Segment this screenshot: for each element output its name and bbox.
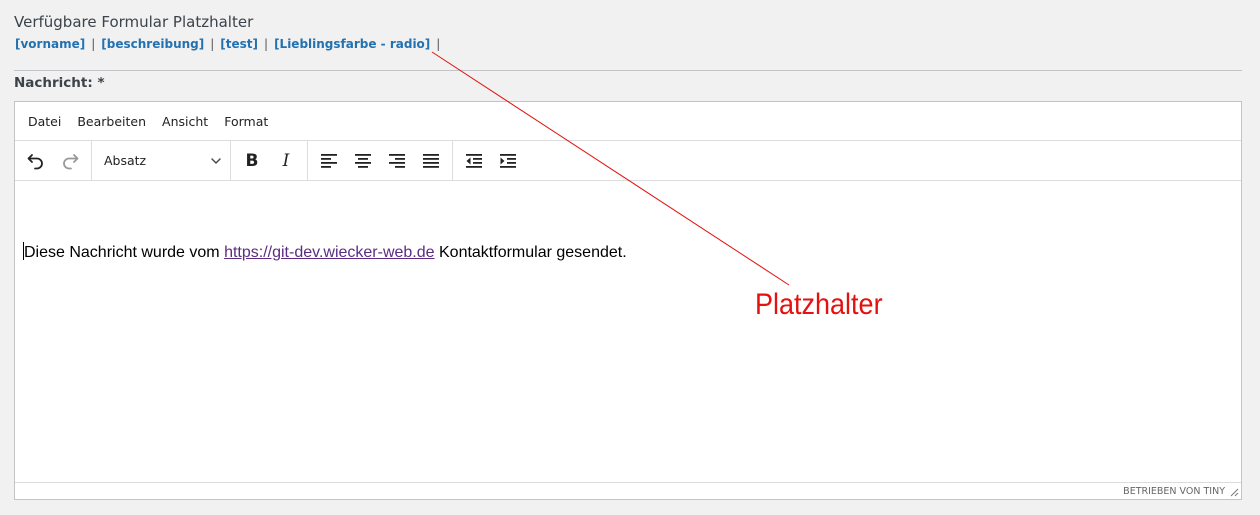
formatting-group: B I (231, 141, 308, 180)
redo-button[interactable] (53, 145, 87, 177)
chevron-down-icon (211, 157, 221, 164)
alignment-group (308, 141, 453, 180)
align-left-icon (321, 153, 337, 168)
align-justify-icon (423, 153, 439, 168)
separator: | (264, 37, 269, 51)
site-link[interactable]: https://git-dev.wiecker-web.de (224, 244, 434, 261)
undo-icon (27, 153, 43, 169)
history-group (15, 141, 92, 180)
rich-text-editor: Datei Bearbeiten Ansicht Format Absatz B… (14, 101, 1242, 500)
align-center-icon (355, 153, 371, 168)
align-right-icon (389, 153, 405, 168)
align-right-button[interactable] (380, 145, 414, 177)
placeholder-lieblingsfarbe[interactable]: [Lieblingsfarbe - radio] (274, 37, 430, 51)
placeholder-beschreibung[interactable]: [beschreibung] (101, 37, 204, 51)
indent-button[interactable] (491, 145, 525, 177)
italic-button[interactable]: I (269, 145, 303, 177)
indent-group (453, 141, 529, 180)
editor-content-area[interactable]: Diese Nachricht wurde vom https://git-de… (15, 182, 1241, 484)
menu-format[interactable]: Format (216, 114, 276, 129)
placeholder-test[interactable]: [test] (220, 37, 258, 51)
separator: | (436, 37, 441, 51)
resize-handle-icon[interactable] (1229, 487, 1239, 497)
menu-datei[interactable]: Datei (20, 114, 69, 129)
indent-icon (500, 153, 516, 168)
redo-icon (63, 153, 79, 169)
message-text-after: Kontaktformular gesendet. (434, 244, 627, 261)
menu-bearbeiten[interactable]: Bearbeiten (69, 114, 154, 129)
message-field-label: Nachricht: * (14, 75, 105, 91)
editor-menubar: Datei Bearbeiten Ansicht Format (15, 102, 1241, 141)
block-format-value: Absatz (104, 153, 147, 168)
message-paragraph: Diese Nachricht wurde vom https://git-de… (23, 242, 1233, 262)
editor-statusbar: BETRIEBEN VON TINY (15, 482, 1241, 499)
powered-by-tiny-link[interactable]: BETRIEBEN VON TINY (1123, 486, 1225, 497)
undo-button[interactable] (19, 145, 53, 177)
blocks-group: Absatz (92, 141, 231, 180)
align-left-button[interactable] (312, 145, 346, 177)
message-text-before: Diese Nachricht wurde vom (24, 244, 225, 261)
placeholders-heading: Verfügbare Formular Platzhalter (14, 13, 254, 31)
align-justify-button[interactable] (414, 145, 448, 177)
separator: | (210, 37, 215, 51)
bold-button[interactable]: B (235, 145, 269, 177)
form-settings-page: Verfügbare Formular Platzhalter [vorname… (0, 0, 1260, 515)
annotation-label: Platzhalter (755, 288, 883, 321)
divider (14, 70, 1242, 71)
placeholder-vorname[interactable]: [vorname] (15, 37, 85, 51)
menu-ansicht[interactable]: Ansicht (154, 114, 216, 129)
editor-toolbar: Absatz B I (15, 141, 1241, 181)
outdent-button[interactable] (457, 145, 491, 177)
outdent-icon (466, 153, 482, 168)
italic-icon: I (282, 150, 290, 171)
bold-icon: B (245, 150, 259, 171)
placeholder-list: [vorname] | [beschreibung] | [test] | [L… (15, 37, 446, 51)
separator: | (91, 37, 96, 51)
block-format-select[interactable]: Absatz (96, 145, 226, 177)
align-center-button[interactable] (346, 145, 380, 177)
